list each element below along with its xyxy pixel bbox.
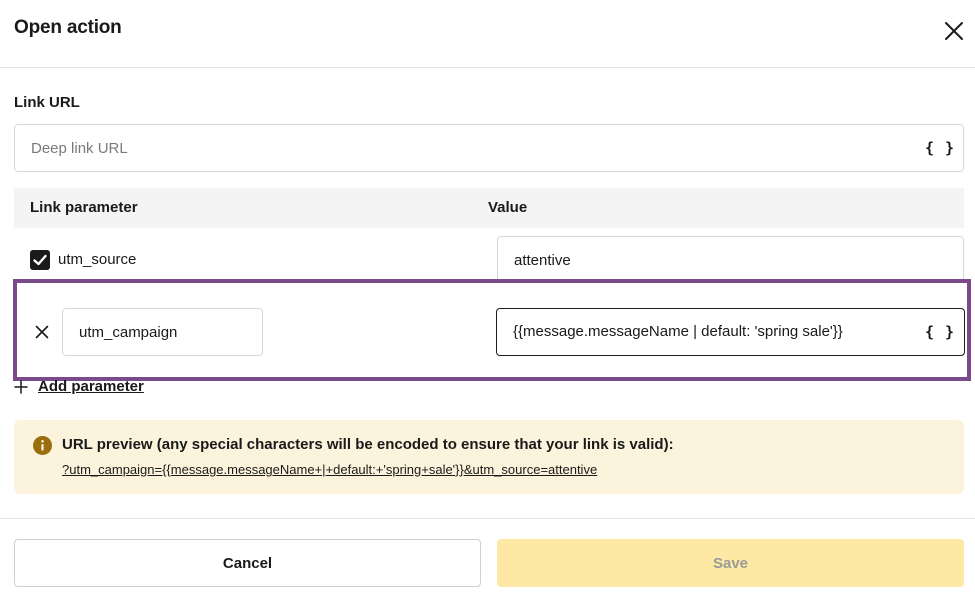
close-icon (35, 325, 49, 339)
link-url-input[interactable] (31, 125, 911, 171)
variables-braces-icon[interactable]: { } (925, 139, 955, 157)
url-preview-title: URL preview (any special characters will… (62, 436, 674, 453)
header-link-parameter: Link parameter (30, 199, 138, 216)
table-header: Link parameter Value (14, 188, 964, 228)
save-button[interactable]: Save (497, 539, 964, 587)
utm-campaign-value: {{message.messageName | default: 'spring… (513, 323, 843, 340)
link-url-label: Link URL (14, 94, 80, 111)
utm-campaign-param: utm_campaign (79, 324, 178, 341)
variables-braces-icon[interactable]: { } (925, 323, 955, 341)
cancel-button[interactable]: Cancel (14, 539, 481, 587)
add-parameter-label: Add parameter (38, 378, 144, 395)
utm-campaign-value-input[interactable]: {{message.messageName | default: 'spring… (496, 308, 965, 356)
utm-source-checkbox[interactable] (30, 250, 50, 270)
utm-source-value: attentive (514, 252, 571, 269)
utm-campaign-param-input[interactable]: utm_campaign (62, 308, 263, 356)
url-preview-link[interactable]: ?utm_campaign={{message.messageName+|+de… (62, 462, 597, 477)
close-icon (945, 22, 963, 40)
dialog-header: Open action (0, 0, 975, 68)
plus-icon (14, 380, 28, 394)
close-button[interactable] (940, 17, 968, 45)
checkmark-icon (33, 254, 47, 266)
url-preview-banner: URL preview (any special characters will… (14, 420, 964, 494)
dialog-title: Open action (14, 17, 122, 38)
link-url-field[interactable]: { } (14, 124, 964, 172)
remove-parameter-button[interactable] (34, 324, 50, 340)
utm-source-value-field[interactable]: attentive (497, 236, 964, 284)
header-value: Value (488, 199, 528, 216)
utm-source-param: utm_source (58, 251, 137, 268)
info-icon (33, 436, 52, 455)
